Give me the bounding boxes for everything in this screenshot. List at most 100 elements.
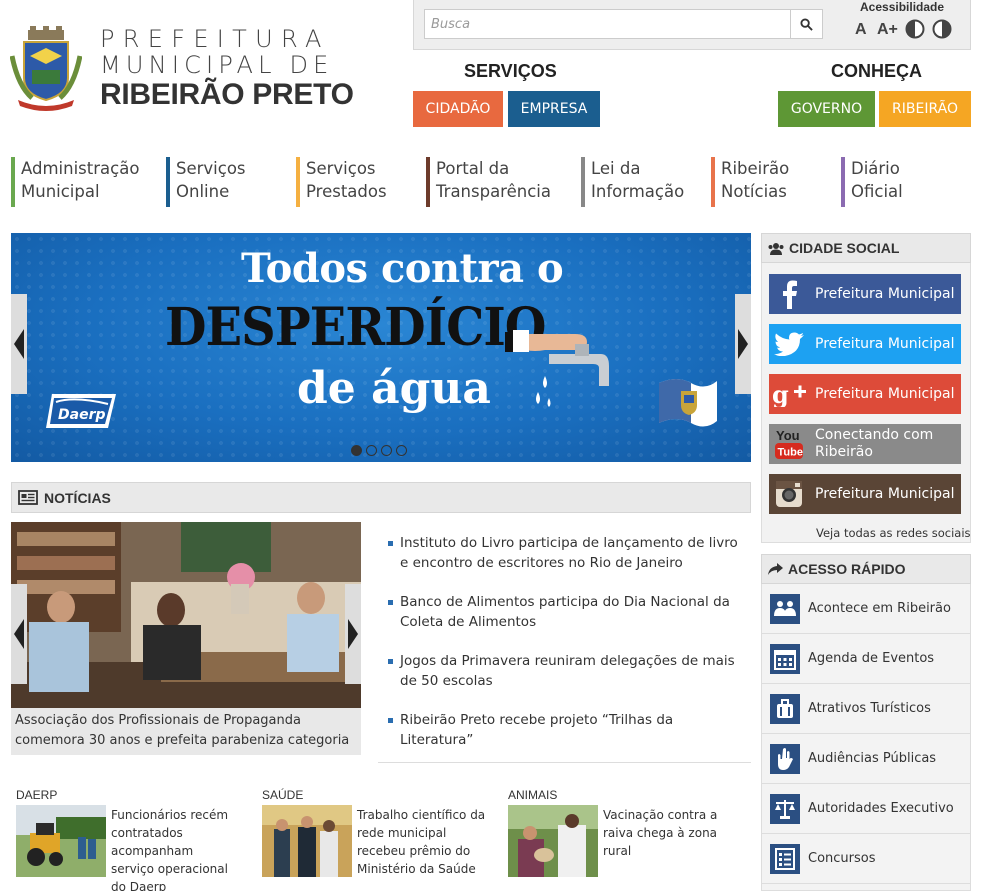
banner-headline-2: DESPERDÍCIO (165, 297, 546, 358)
banner-dot-4[interactable] (396, 445, 407, 456)
banner-dot-2[interactable] (366, 445, 377, 456)
nav-label: Oficial (851, 182, 903, 201)
search-input[interactable] (424, 9, 791, 39)
category-thumb-daerp[interactable] (16, 805, 106, 877)
nav-servicos-online[interactable]: Serviços Online (166, 157, 246, 207)
category-thumb-animais[interactable] (508, 805, 598, 877)
nav-label: Lei da (591, 159, 641, 178)
nav-label: Transparência (436, 182, 551, 201)
search-icon (800, 17, 813, 31)
news-item-link[interactable]: Banco de Alimentos participa do Dia Naci… (388, 592, 748, 632)
featured-news-photo[interactable] (11, 522, 361, 708)
news-item-link[interactable]: Instituto do Livro participa de lançamen… (388, 533, 748, 573)
category-label-saude[interactable]: SAÚDE (262, 788, 303, 802)
news-section-header: NOTÍCIAS (11, 482, 751, 513)
quick-access-label: Acontece em Ribeirão (808, 601, 951, 616)
users-icon (768, 242, 784, 255)
svg-text:Daerp: Daerp (58, 407, 106, 423)
divider (378, 762, 751, 763)
facebook-link[interactable]: Prefeitura Municipal (769, 274, 961, 314)
quick-access-audiencias[interactable]: Audiências Públicas (761, 734, 971, 784)
nav-label: Notícias (721, 182, 787, 201)
news-item-link[interactable]: Ribeirão Preto recebe projeto “Trilhas d… (388, 710, 748, 750)
chevron-right-icon (738, 329, 748, 359)
nav-administracao-municipal[interactable]: Administração Municipal (11, 157, 139, 207)
quick-access-agenda[interactable]: Agenda de Eventos (761, 634, 971, 684)
city-coat-of-arms-logo[interactable] (10, 26, 82, 112)
business-button[interactable]: EMPRESA (508, 91, 600, 127)
category-label-daerp[interactable]: DAERP (16, 788, 57, 802)
tractor-photo (16, 805, 106, 877)
ribeirao-button[interactable]: RIBEIRÃO (879, 91, 971, 127)
nav-diario-oficial[interactable]: Diário Oficial (841, 157, 903, 207)
citizen-button[interactable]: CIDADÃO (413, 91, 503, 127)
youtube-label-line-1: Conectando com (815, 427, 934, 443)
news-prev-button[interactable] (11, 584, 27, 684)
see-all-social-link[interactable]: Veja todas as redes sociais (816, 526, 971, 540)
chevron-right-icon (348, 619, 358, 649)
nav-label: Municipal (21, 182, 100, 201)
google-plus-link[interactable]: g Prefeitura Municipal (769, 374, 961, 414)
nav-lei-informacao[interactable]: Lei da Informação (581, 157, 684, 207)
youtube-link[interactable]: You Tube Conectando com Ribeirão (769, 424, 961, 464)
youtube-label-line-2: Ribeirão (815, 444, 873, 460)
nav-portal-transparencia[interactable]: Portal da Transparência (426, 157, 551, 207)
share-arrow-icon (768, 563, 783, 575)
site-brand[interactable]: PREFEITURA MUNICIPAL DE RIBEIRÃO PRETO (100, 26, 354, 112)
nav-label: Serviços (306, 159, 376, 178)
twitter-link[interactable]: Prefeitura Municipal (769, 324, 961, 364)
social-panel-title: CIDADE SOCIAL (789, 240, 900, 256)
quick-access-atrativos[interactable]: Atrativos Turísticos (761, 684, 971, 734)
nav-label: Portal da (436, 159, 510, 178)
quick-access-label: Agenda de Eventos (808, 651, 935, 666)
quick-access-more[interactable] (761, 884, 971, 891)
font-increase-button[interactable]: A+ (877, 21, 898, 39)
category-news-animais[interactable]: Vacinação contra a raiva chega à zona ru… (603, 806, 748, 860)
checklist-icon (770, 843, 800, 874)
category-news-saude[interactable]: Trabalho científico da rede municipal re… (357, 806, 497, 878)
social-panel-header: CIDADE SOCIAL (761, 233, 971, 263)
contrast-icon[interactable] (905, 19, 925, 39)
quick-access-label: Concursos (808, 851, 876, 866)
category-thumb-saude[interactable] (262, 805, 352, 877)
nav-label: Serviços (176, 159, 246, 178)
quick-access-header: ACESSO RÁPIDO (761, 554, 971, 584)
news-next-button[interactable] (345, 584, 361, 684)
quick-access-autoridades[interactable]: Autoridades Executivo (761, 784, 971, 834)
featured-news-caption[interactable]: Associação dos Profissionais de Propagan… (11, 708, 361, 755)
google-plus-label: Prefeitura Municipal (815, 385, 955, 402)
instagram-label: Prefeitura Municipal (815, 485, 955, 502)
instagram-link[interactable]: Prefeitura Municipal (769, 474, 961, 514)
banner-dot-1[interactable] (351, 445, 362, 456)
font-normal-button[interactable]: A (855, 21, 867, 39)
twitter-label: Prefeitura Municipal (815, 335, 955, 352)
banner-headline-1: Todos contra o (241, 245, 564, 292)
faucet-hand-illustration (505, 330, 609, 407)
government-button[interactable]: GOVERNO (778, 91, 875, 127)
nav-servicos-prestados[interactable]: Serviços Prestados (296, 157, 387, 207)
search-accessibility-bar: Acessibilidade A A+ (413, 0, 971, 50)
category-label-animais[interactable]: ANIMAIS (508, 788, 557, 802)
know-title: CONHEÇA (831, 61, 923, 81)
banner-prev-button[interactable] (11, 294, 27, 394)
chevron-left-icon (14, 329, 24, 359)
facebook-label: Prefeitura Municipal (815, 285, 955, 302)
chevron-left-icon (14, 619, 24, 649)
brand-line-1: PREFEITURA (100, 25, 330, 53)
svg-text:You: You (776, 428, 800, 443)
news-section-title: NOTÍCIAS (44, 489, 111, 506)
meeting-photo (11, 522, 361, 708)
nav-label: Diário (851, 159, 900, 178)
banner-next-button[interactable] (735, 294, 751, 394)
quick-access-label: Autoridades Executivo (808, 801, 954, 816)
quick-access-acontece[interactable]: Acontece em Ribeirão (761, 584, 971, 634)
quick-access-concursos[interactable]: Concursos (761, 834, 971, 884)
nav-label: Ribeirão (721, 159, 790, 178)
category-news-daerp[interactable]: Funcionários recém contratados acompanha… (111, 806, 239, 891)
news-item-link[interactable]: Jogos da Primavera reuniram delegações d… (388, 651, 748, 691)
nav-ribeirao-noticias[interactable]: Ribeirão Notícias (711, 157, 789, 207)
banner-dot-3[interactable] (381, 445, 392, 456)
search-button[interactable] (790, 9, 823, 39)
quick-access-label: Audiências Públicas (808, 751, 937, 766)
high-contrast-icon[interactable] (932, 19, 952, 39)
